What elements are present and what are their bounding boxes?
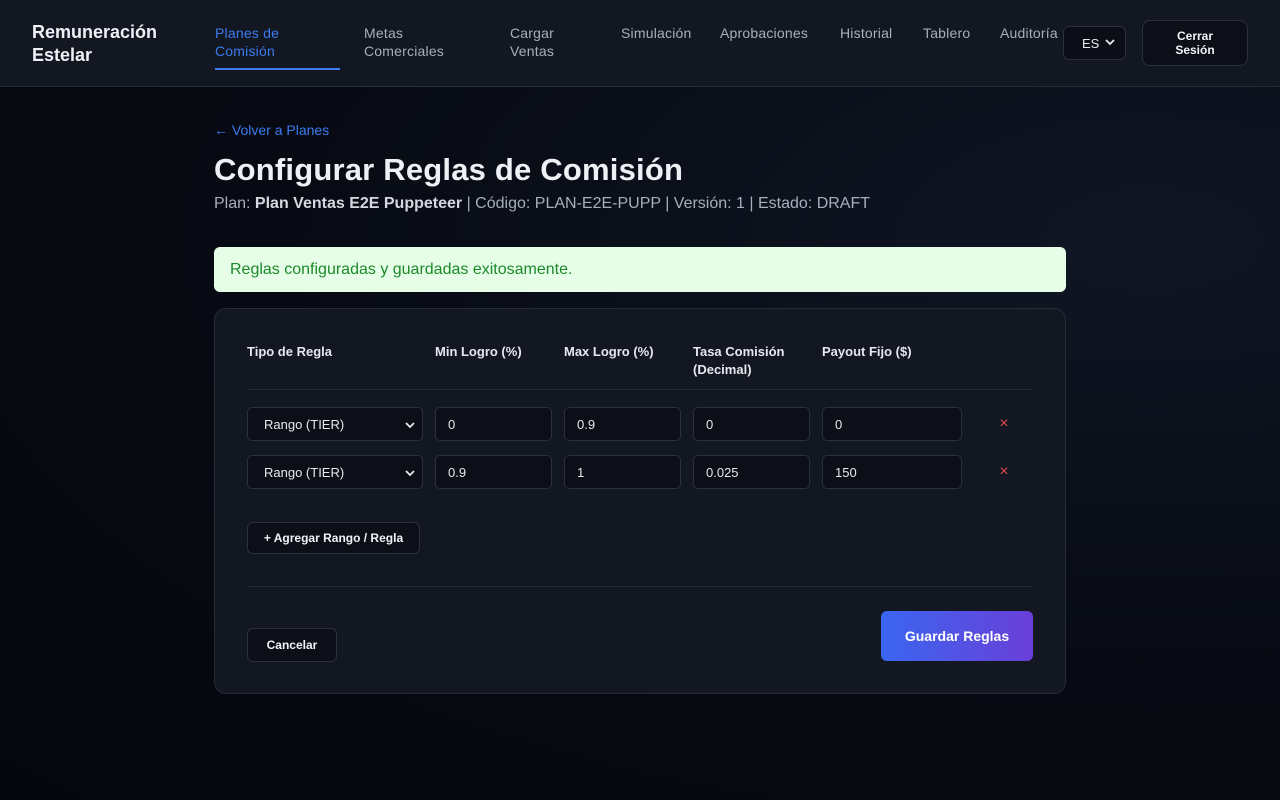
max-achievement-input[interactable]: 0.9 — [564, 407, 681, 441]
language-select[interactable]: ES — [1063, 26, 1126, 60]
commission-rate-input[interactable]: 0 — [693, 407, 810, 441]
chevron-down-icon — [405, 470, 415, 477]
success-alert: Reglas configuradas y guardadas exitosam… — [214, 247, 1066, 292]
nav-item-historial[interactable]: Historial — [840, 24, 892, 42]
close-icon: × — [999, 415, 1009, 432]
column-header-min-achievement: Min Logro (%) — [435, 344, 522, 359]
nav-item-auditoria[interactable]: Auditoría — [1000, 24, 1058, 42]
chevron-down-icon — [405, 422, 415, 429]
rules-card: Tipo de Regla Min Logro (%) Max Logro (%… — [214, 308, 1066, 694]
min-achievement-input[interactable]: 0.9 — [435, 455, 552, 489]
language-value: ES — [1082, 35, 1100, 51]
nav-item-simulacion[interactable]: Simulación — [621, 24, 691, 42]
chevron-down-icon — [1105, 39, 1115, 46]
column-header-max-achievement: Max Logro (%) — [564, 344, 654, 359]
add-rule-button[interactable]: + Agregar Rango / Regla — [247, 522, 420, 554]
max-achievement-input[interactable]: 1 — [564, 455, 681, 489]
remove-rule-button[interactable]: × — [994, 414, 1014, 434]
commission-rate-input[interactable]: 0.025 — [693, 455, 810, 489]
page-title: Configurar Reglas de Comisión — [214, 152, 684, 187]
save-rules-button[interactable]: Guardar Reglas — [881, 611, 1033, 661]
column-header-commission-rate: Tasa Comisión (Decimal) — [693, 344, 785, 377]
brand-logo[interactable]: Remuneración Estelar — [32, 21, 182, 67]
nav-item-metas-comerciales[interactable]: Metas Comerciales — [364, 24, 474, 60]
rule-type-select[interactable]: Rango (TIER) — [247, 407, 423, 441]
top-navigation-bar: Remuneración Estelar Planes de Comisión … — [0, 0, 1280, 87]
logout-button[interactable]: Cerrar Sesión — [1142, 20, 1248, 66]
back-to-plans-link[interactable]: ← Volver a Planes — [214, 122, 329, 138]
column-header-fixed-payout: Payout Fijo ($) — [822, 344, 912, 359]
nav-item-planes-comision[interactable]: Planes de Comisión — [215, 24, 335, 60]
rule-type-select[interactable]: Rango (TIER) — [247, 455, 423, 489]
remove-rule-button[interactable]: × — [994, 462, 1014, 482]
fixed-payout-input[interactable]: 0 — [822, 407, 962, 441]
fixed-payout-input[interactable]: 150 — [822, 455, 962, 489]
plan-name: Plan Ventas E2E Puppeteer — [254, 195, 463, 212]
header-divider — [247, 389, 1033, 390]
nav-item-aprobaciones[interactable]: Aprobaciones — [720, 24, 808, 42]
footer-divider — [247, 586, 1033, 587]
nav-item-cargar-ventas[interactable]: Cargar Ventas — [510, 24, 580, 60]
rule-type-value: Rango (TIER) — [264, 464, 345, 480]
plan-prefix: Plan: — [214, 195, 255, 212]
cancel-button[interactable]: Cancelar — [247, 628, 337, 662]
min-achievement-input[interactable]: 0 — [435, 407, 552, 441]
plan-summary: Plan: Plan Ventas E2E Puppeteer | Código… — [214, 195, 870, 213]
rule-type-value: Rango (TIER) — [264, 416, 345, 432]
column-header-rule-type: Tipo de Regla — [247, 344, 332, 359]
nav-item-tablero[interactable]: Tablero — [923, 24, 970, 42]
plan-meta: | Código: PLAN-E2E-PUPP | Versión: 1 | E… — [462, 195, 871, 212]
close-icon: × — [999, 463, 1009, 480]
active-tab-indicator — [215, 68, 340, 70]
